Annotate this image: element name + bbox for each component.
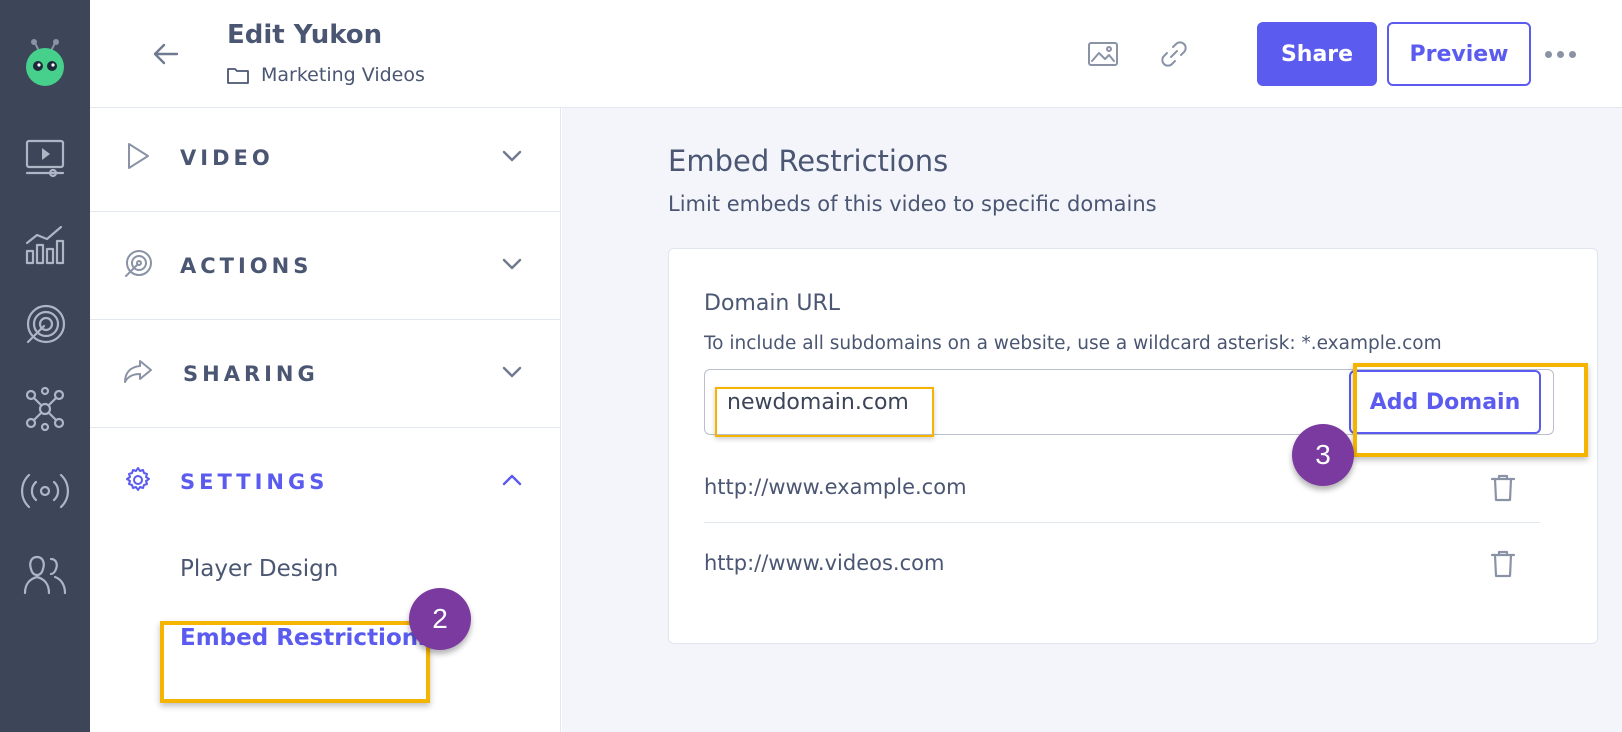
settings-sidebar: VIDEO ACTIONS SHARING SETTINGS Player De… bbox=[90, 108, 561, 732]
share-arrow-icon bbox=[122, 356, 154, 388]
main-content: Embed Restrictions Limit embeds of this … bbox=[562, 108, 1622, 732]
domain-url-label: Domain URL bbox=[704, 291, 841, 316]
settings-item-embed-restrictions[interactable]: Embed Restrictions bbox=[180, 625, 432, 651]
section-label: SETTINGS bbox=[180, 470, 329, 494]
folder-icon bbox=[227, 68, 249, 84]
section-settings[interactable]: SETTINGS bbox=[90, 428, 561, 538]
target-icon bbox=[122, 248, 154, 280]
section-actions[interactable]: ACTIONS bbox=[90, 212, 561, 322]
domain-row: http://www.videos.com bbox=[704, 529, 1540, 605]
section-label: VIDEO bbox=[180, 146, 274, 170]
integrations-icon[interactable] bbox=[20, 384, 70, 434]
link-icon[interactable] bbox=[1154, 34, 1194, 74]
target-icon[interactable] bbox=[20, 300, 70, 350]
chevron-up-icon bbox=[500, 468, 524, 492]
share-button[interactable]: Share bbox=[1257, 22, 1377, 86]
chevron-down-icon bbox=[500, 360, 524, 384]
trash-icon[interactable] bbox=[1486, 547, 1520, 581]
section-video[interactable]: VIDEO bbox=[90, 108, 561, 218]
trash-icon[interactable] bbox=[1486, 471, 1520, 505]
add-domain-button[interactable]: Add Domain bbox=[1349, 370, 1541, 434]
back-arrow-icon[interactable] bbox=[146, 34, 186, 74]
chevron-down-icon bbox=[500, 252, 524, 276]
users-icon[interactable] bbox=[20, 550, 70, 600]
domain-url: http://www.videos.com bbox=[704, 551, 945, 575]
section-label: ACTIONS bbox=[180, 254, 313, 278]
divider bbox=[704, 522, 1540, 523]
broadcast-icon[interactable] bbox=[20, 466, 70, 516]
domain-url-input[interactable] bbox=[717, 376, 1357, 428]
top-header: Edit Yukon Marketing Videos Share Previe… bbox=[90, 0, 1622, 108]
wildcard-help-text: To include all subdomains on a website, … bbox=[704, 333, 1442, 354]
section-sharing[interactable]: SHARING bbox=[90, 320, 561, 430]
video-library-icon[interactable] bbox=[20, 132, 70, 182]
step-3-callout: 3 bbox=[1292, 424, 1354, 486]
domain-url: http://www.example.com bbox=[704, 475, 967, 499]
more-options-icon[interactable] bbox=[1540, 40, 1580, 68]
step-2-callout: 2 bbox=[409, 588, 471, 650]
embed-restrictions-card: Domain URL To include all subdomains on … bbox=[668, 248, 1598, 644]
image-icon[interactable] bbox=[1083, 34, 1123, 74]
chevron-down-icon bbox=[500, 144, 524, 168]
page-title: Edit Yukon bbox=[227, 20, 383, 50]
settings-item-player-design[interactable]: Player Design bbox=[180, 556, 338, 582]
analytics-icon[interactable] bbox=[20, 220, 70, 270]
play-icon bbox=[122, 140, 154, 172]
folder-name[interactable]: Marketing Videos bbox=[261, 64, 425, 86]
domain-row: http://www.example.com bbox=[704, 453, 1540, 529]
gear-icon bbox=[122, 464, 154, 496]
breadcrumb[interactable]: Marketing Videos bbox=[227, 64, 425, 86]
step-number: 2 bbox=[432, 603, 448, 634]
left-nav-rail bbox=[0, 0, 90, 732]
section-label: SHARING bbox=[183, 362, 319, 386]
robot-logo-icon[interactable] bbox=[20, 38, 70, 88]
preview-button[interactable]: Preview bbox=[1387, 22, 1531, 86]
section-title: Embed Restrictions bbox=[668, 144, 949, 178]
step-number: 3 bbox=[1315, 439, 1331, 470]
section-subtitle: Limit embeds of this video to specific d… bbox=[668, 192, 1157, 216]
